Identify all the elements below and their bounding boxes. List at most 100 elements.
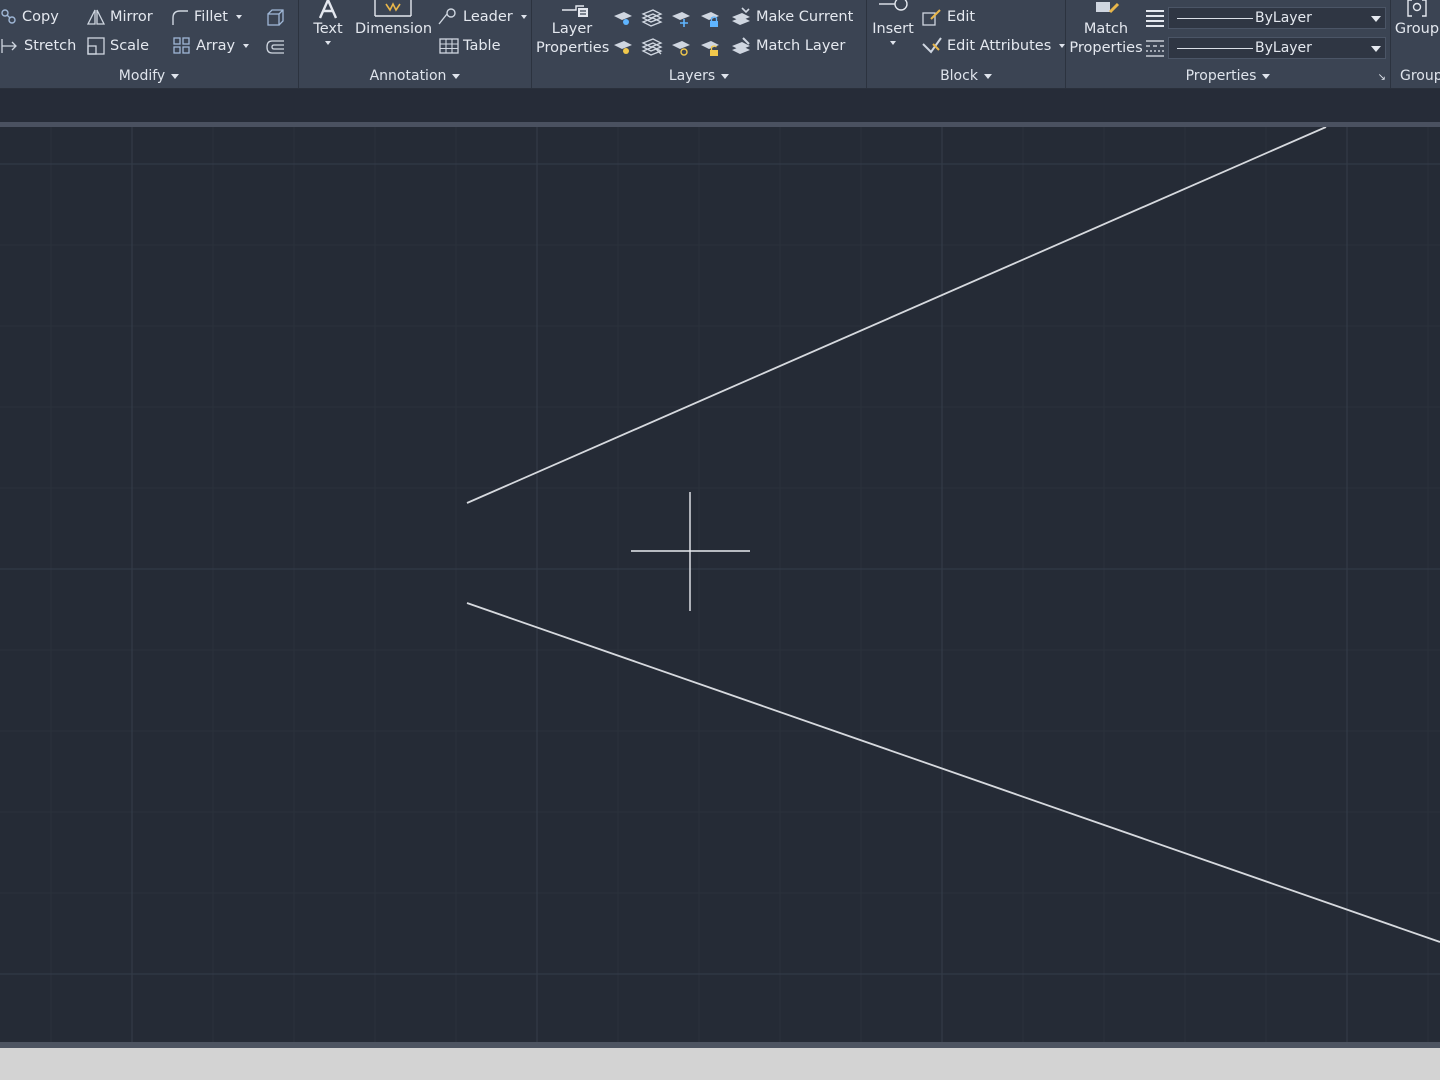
mirror-icon <box>86 9 106 25</box>
panel-layers: Layer Properties Make Current Match Laye… <box>532 0 867 88</box>
layer-thaw-icon <box>672 41 690 56</box>
copy-button[interactable]: Copy <box>0 5 59 29</box>
file-tab-strip <box>0 89 1440 123</box>
table-icon <box>439 38 459 54</box>
grid-major-lines <box>0 127 1440 1042</box>
layer-isolate-button[interactable] <box>641 8 663 32</box>
drawing-canvas[interactable] <box>0 126 1440 1042</box>
linetype-preview <box>1177 48 1253 49</box>
match-properties-label-2: Properties <box>1069 40 1143 56</box>
scale-button[interactable]: Scale <box>86 34 149 58</box>
text-label: Text <box>313 21 343 37</box>
block-edit-icon <box>922 9 941 26</box>
lineweight-preview <box>1177 18 1253 19</box>
fillet-button[interactable]: Fillet <box>170 5 242 29</box>
groups-panel-title[interactable]: Group <box>1400 66 1440 86</box>
copy-label: Copy <box>22 9 59 25</box>
layer-properties-label-1: Layer <box>551 21 593 37</box>
modify-panel-title[interactable]: Modify <box>0 66 298 86</box>
block-panel-title[interactable]: Block <box>867 66 1065 86</box>
block-edit-button[interactable]: Edit <box>921 5 975 29</box>
layer-lock-button[interactable] <box>699 8 721 32</box>
edit-attributes-icon <box>922 37 942 54</box>
explode-button[interactable] <box>264 8 286 32</box>
command-line-area[interactable] <box>0 1048 1440 1080</box>
layer-freeze-icon <box>672 12 690 27</box>
upper-line-entity[interactable] <box>466 126 1327 504</box>
array-label: Array <box>196 38 236 54</box>
match-layer-icon <box>732 37 750 54</box>
match-layer-label: Match Layer <box>756 38 846 54</box>
edit-attributes-dropdown-icon[interactable] <box>1059 44 1066 48</box>
annotation-panel-title[interactable]: Annotation <box>299 66 531 86</box>
insert-dropdown-icon[interactable] <box>890 41 896 45</box>
table-button[interactable]: Table <box>439 34 501 58</box>
explode-icon <box>267 9 284 26</box>
layer-properties-button[interactable]: Layer Properties <box>536 0 609 58</box>
layer-on-button[interactable] <box>612 37 634 61</box>
lineweight-icon <box>1146 10 1164 27</box>
fillet-dropdown-icon[interactable] <box>235 15 242 19</box>
dimension-icon <box>374 0 412 17</box>
insert-icon <box>879 0 908 11</box>
properties-dialog-launcher-icon[interactable]: ↘ <box>1378 72 1386 83</box>
stretch-icon <box>1 39 17 53</box>
array-button[interactable]: Array <box>172 34 250 58</box>
lineweight-dropdown[interactable]: ByLayer <box>1168 7 1386 29</box>
text-dropdown-icon[interactable] <box>325 41 331 45</box>
array-icon <box>173 37 190 54</box>
insert-button[interactable]: Insert <box>871 0 915 47</box>
layer-off-button[interactable] <box>612 8 634 32</box>
lower-line-entity[interactable] <box>466 602 1440 943</box>
match-properties-button[interactable]: Match Properties <box>1068 0 1144 58</box>
layer-thaw-button[interactable] <box>670 37 692 61</box>
text-button[interactable]: Text <box>307 0 349 47</box>
model-space[interactable] <box>0 126 1440 1042</box>
annotation-expand-icon <box>452 73 461 79</box>
leader-dropdown-icon[interactable] <box>520 15 527 19</box>
text-icon <box>318 0 338 19</box>
layer-unlock-button[interactable] <box>699 37 721 61</box>
panel-block: Insert Edit Edit Attributes Block <box>867 0 1066 88</box>
offset-button[interactable] <box>264 38 286 60</box>
scale-label: Scale <box>110 38 150 54</box>
match-layer-button[interactable]: Match Layer <box>730 34 845 58</box>
layers-expand-icon <box>721 73 730 79</box>
group-icon <box>1407 0 1427 17</box>
modify-expand-icon <box>171 73 180 79</box>
properties-panel-title[interactable]: Properties <box>1066 66 1390 86</box>
linetype-chevron-down-icon <box>1371 46 1381 52</box>
edit-attributes-label: Edit Attributes <box>947 38 1052 54</box>
layer-unisolate-button[interactable] <box>641 37 663 61</box>
copy-icon <box>1 9 16 24</box>
block-edit-label: Edit <box>947 9 976 25</box>
dimension-button[interactable]: Dimension <box>355 0 432 39</box>
stretch-button[interactable]: Stretch <box>0 34 76 58</box>
array-dropdown-icon[interactable] <box>243 44 250 48</box>
layer-lock-icon <box>701 12 719 27</box>
panel-groups: Group Group <box>1391 0 1440 88</box>
layers-panel-title[interactable]: Layers <box>532 66 866 86</box>
make-current-label: Make Current <box>756 9 854 25</box>
leader-label: Leader <box>463 9 513 25</box>
mirror-button[interactable]: Mirror <box>86 5 153 29</box>
linetype-icon-button[interactable] <box>1144 38 1166 62</box>
make-current-button[interactable]: Make Current <box>730 5 853 29</box>
edit-attributes-button[interactable]: Edit Attributes <box>921 34 1066 58</box>
lineweight-icon-button[interactable] <box>1144 8 1166 32</box>
panel-properties: Match Properties ByLayer ByLayer Propert… <box>1066 0 1391 88</box>
linetype-dropdown[interactable]: ByLayer <box>1168 37 1386 59</box>
grid-minor-lines <box>0 127 1440 1042</box>
crosshair-cursor <box>631 492 750 611</box>
match-properties-label-1: Match <box>1083 21 1129 37</box>
leader-button[interactable]: Leader <box>437 5 527 29</box>
layer-on-icon <box>614 41 632 54</box>
mirror-label: Mirror <box>110 9 153 25</box>
layer-freeze-button[interactable] <box>670 8 692 32</box>
group-button[interactable]: Group <box>1393 0 1440 39</box>
insert-label: Insert <box>872 21 914 37</box>
block-expand-icon <box>983 73 992 79</box>
leader-icon <box>438 8 456 25</box>
stretch-label: Stretch <box>24 38 77 54</box>
properties-expand-icon <box>1262 73 1271 79</box>
